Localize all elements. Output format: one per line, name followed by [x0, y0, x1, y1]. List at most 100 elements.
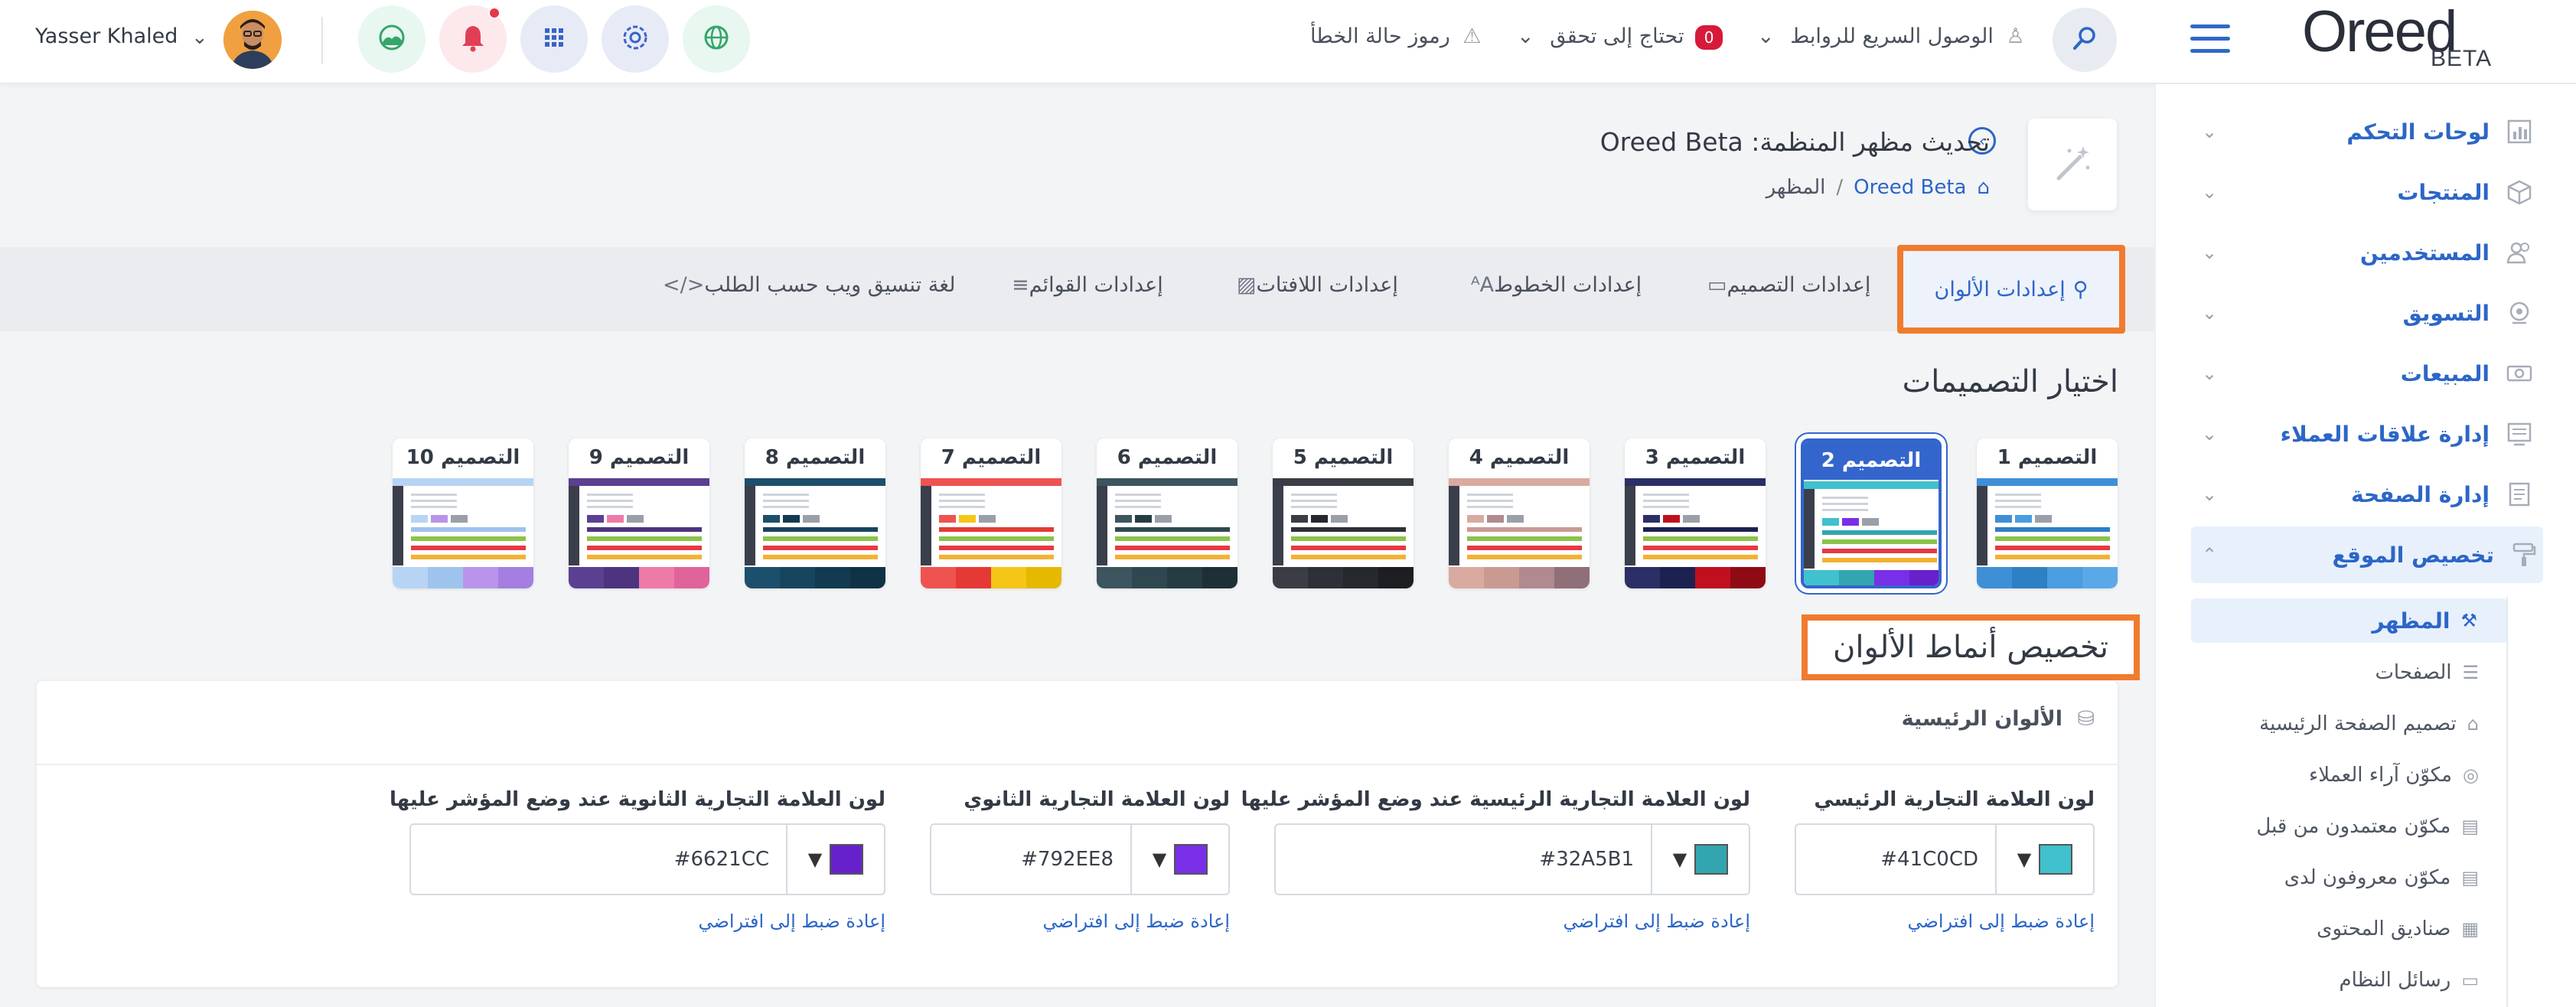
color-hex-value[interactable]: #6621CC — [674, 848, 769, 871]
color-input[interactable]: ▼ #32A5B1 — [1274, 823, 1750, 895]
preview-swatch — [1378, 567, 1414, 588]
preview-button — [607, 515, 624, 523]
magic-wand-icon — [2049, 140, 2095, 189]
page-header-icon — [2028, 119, 2117, 210]
design-card-title: التصميم 9 — [589, 446, 690, 469]
preview-swatch — [639, 567, 674, 588]
sidebar-subitem-known-by[interactable]: ▤ مكوّن معروفون لدى — [2191, 855, 2543, 900]
design-card[interactable]: التصميم 10 — [393, 438, 533, 588]
color-input[interactable]: ▼ #6621CC — [409, 823, 885, 895]
paint-bucket-icon: ⛁ — [2077, 707, 2095, 731]
preview-text-line — [1995, 494, 2041, 496]
preview-bar — [1822, 530, 1937, 535]
magic-wand-icon: ⚒ — [2460, 610, 2477, 631]
preview-bar — [1822, 539, 1937, 544]
tab-banner-settings[interactable]: ▨إعدادات اللافتات — [1232, 273, 1398, 297]
color-input[interactable]: ▼ #792EE8 — [930, 823, 1230, 895]
sidebar-subitem-appearance[interactable]: ⚒ المظهر — [2191, 598, 2508, 643]
error-codes-link[interactable]: رموز حالة الخطأ ⚠ — [1310, 24, 1482, 48]
sidebar-item-sales[interactable]: المبيعات ⌄ — [2202, 349, 2539, 398]
preview-text-line — [1291, 506, 1337, 508]
sidebar-subitem-accredited-by[interactable]: ▤ مكوّن معتمدون من قبل — [2191, 804, 2543, 849]
chevron-down-icon[interactable]: ⌄ — [191, 26, 208, 49]
sidebar-item-users[interactable]: المستخدمين ⌄ — [2202, 228, 2539, 277]
preview-bar — [411, 536, 526, 541]
sidebar-item-label: إدارة علاقات العملاء — [2280, 421, 2490, 447]
preview-bar — [1995, 555, 2110, 559]
sidebar-item-products[interactable]: المنتجات ⌄ — [2202, 168, 2539, 217]
tab-color-settings[interactable]: إعدادات الألوان ⚲ — [1897, 245, 2125, 334]
design-card[interactable]: التصميم 8 — [745, 438, 885, 588]
needs-check-dropdown[interactable]: ⌄ تحتاج إلى تحقق 0 — [1517, 24, 1723, 50]
tab-custom-css[interactable]: </>لغة تنسيق ويب حسب الطلب — [658, 273, 956, 297]
preview-swatch — [780, 567, 815, 588]
color-input[interactable]: ▼ #41C0CD — [1795, 823, 2095, 895]
preview-bar — [763, 546, 878, 550]
sidebar-subitem-system-messages[interactable]: ▭ رسائل النظام — [2191, 958, 2543, 1002]
sidebar-subitem-homepage-design[interactable]: ⌂ تصميم الصفحة الرئيسية — [2191, 702, 2543, 746]
sidebar-scroll-rail[interactable] — [2506, 597, 2508, 1007]
sidebar-subitem-content-boxes[interactable]: ▦ صناديق المحتوى — [2191, 907, 2543, 951]
design-card[interactable]: التصميم 7 — [921, 438, 1061, 588]
notifications-button[interactable] — [439, 5, 507, 73]
language-button[interactable] — [683, 5, 750, 73]
color-hex-value[interactable]: #792EE8 — [1021, 848, 1114, 871]
color-picker-button[interactable]: ▼ — [786, 825, 884, 894]
certificate-icon: ▤ — [2461, 867, 2479, 888]
sidebar-subitem-testimonials[interactable]: ◎ مكوّن آراء العملاء — [2191, 753, 2543, 797]
design-card-title: التصميم 7 — [941, 446, 1042, 469]
tab-menu-settings[interactable]: ≡إعدادات القوائم — [1007, 273, 1163, 297]
comment-icon: ◎ — [2463, 764, 2479, 786]
reset-to-default-link[interactable]: إعادة ضبط إلى افتراضي — [1907, 911, 2095, 932]
preview-swatch — [1132, 567, 1167, 588]
preview-text-line — [1995, 506, 2041, 508]
design-card[interactable]: التصميم 6 — [1097, 438, 1237, 588]
design-card[interactable]: التصميم 9 — [569, 438, 709, 588]
reset-to-default-link[interactable]: إعادة ضبط إلى افتراضي — [1563, 911, 1750, 932]
color-hex-value[interactable]: #32A5B1 — [1539, 848, 1634, 871]
reset-to-default-link[interactable]: إعادة ضبط إلى افتراضي — [698, 911, 885, 932]
search-button[interactable] — [2053, 8, 2117, 72]
logo[interactable]: Oreed BETA — [2302, 0, 2493, 78]
preview-sidebar — [1097, 486, 1107, 565]
design-card[interactable]: التصميم 1 — [1977, 438, 2118, 588]
design-card[interactable]: التصميم 2 — [1801, 438, 1942, 588]
design-card[interactable]: التصميم 4 — [1449, 438, 1590, 588]
apps-button[interactable] — [520, 5, 588, 73]
status-button[interactable] — [358, 5, 426, 73]
tab-font-settings[interactable]: ᴬAإعدادات الخطوط — [1466, 273, 1642, 297]
grid-icon — [539, 22, 569, 56]
breadcrumb-link[interactable]: Oreed Beta — [1854, 176, 1966, 199]
chevron-down-icon: ⌄ — [2202, 363, 2218, 384]
menu-toggle-button[interactable] — [2190, 24, 2230, 54]
design-card[interactable]: التصميم 5 — [1273, 438, 1414, 588]
sidebar-item-crm[interactable]: إدارة علاقات العملاء ⌄ — [2202, 409, 2539, 458]
preview-button — [763, 515, 780, 523]
sidebar-subitem-pages[interactable]: ☰ الصفحات — [2191, 650, 2543, 695]
preview-button — [1155, 515, 1172, 523]
color-picker-button[interactable]: ▼ — [1995, 825, 2093, 894]
sidebar-item-site-customization[interactable]: تخصيص الموقع ⌃ — [2191, 526, 2543, 583]
quick-access-dropdown[interactable]: ⌄ الوصول السريع للروابط ♙ — [1757, 24, 2025, 48]
color-picker-button[interactable]: ▼ — [1130, 825, 1228, 894]
avatar[interactable] — [223, 11, 282, 69]
settings-button[interactable] — [602, 5, 669, 73]
preview-text-line — [939, 494, 985, 496]
tab-design-settings[interactable]: ▭إعدادات التصميم — [1703, 273, 1870, 297]
sidebar-item-page-management[interactable]: إدارة الصفحة ⌄ — [2202, 470, 2539, 519]
color-hex-value[interactable]: #41C0CD — [1880, 848, 1978, 871]
reset-to-default-link[interactable]: إعادة ضبط إلى افتراضي — [1042, 911, 1230, 932]
preview-bar — [1115, 555, 1230, 559]
design-card[interactable]: التصميم 3 — [1625, 438, 1766, 588]
preview-header — [1804, 481, 1939, 489]
design-card-title: التصميم 5 — [1293, 446, 1394, 469]
home-icon[interactable]: ⌂ — [1977, 176, 1990, 199]
color-field: لون العلامة التجارية الثانوي ▼ #792EE8 إعاد… — [925, 788, 1230, 941]
sidebar-item-marketing[interactable]: التسويق ⌄ — [2202, 288, 2539, 337]
user-name[interactable]: Yasser Khaled — [35, 24, 178, 48]
preview-swatch — [1909, 570, 1939, 585]
color-picker-button[interactable]: ▼ — [1651, 825, 1749, 894]
sidebar-item-dashboards[interactable]: لوحات التحكم ⌄ — [2202, 107, 2539, 156]
color-swatch — [1174, 844, 1208, 875]
sidebar-subitem-label: الصفحات — [2375, 661, 2452, 684]
